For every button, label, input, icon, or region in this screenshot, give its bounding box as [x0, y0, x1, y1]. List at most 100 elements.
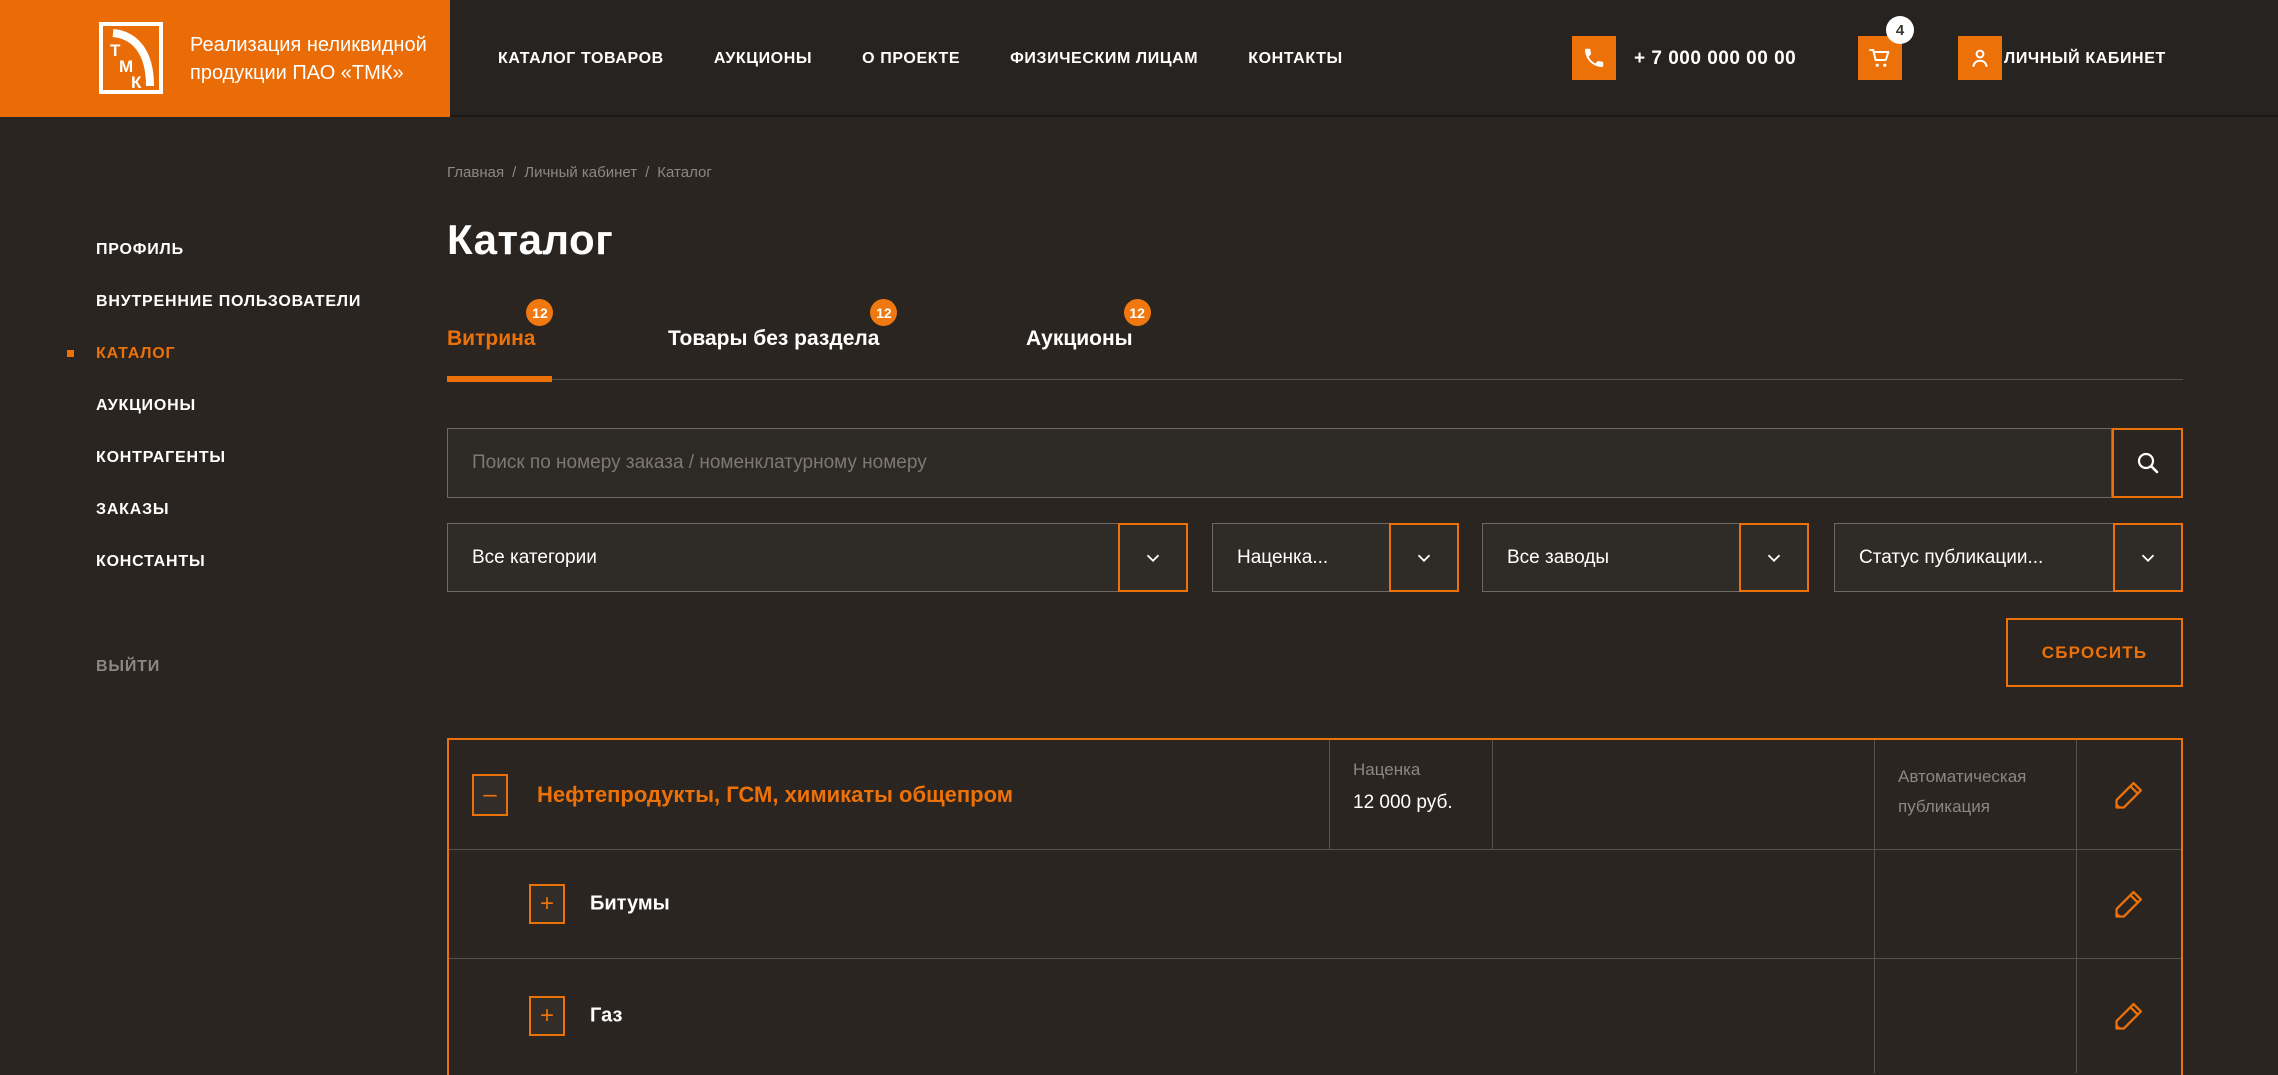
tab-products-without-section[interactable]: Товары без раздела 12	[668, 299, 898, 352]
tab-badge: 12	[870, 299, 898, 326]
sidebar-item-auctions[interactable]: АУКЦИОНЫ	[0, 380, 447, 432]
filter-value: Наценка...	[1237, 546, 1329, 568]
tab-label: Аукционы	[1026, 327, 1133, 350]
nav-item-individuals[interactable]: ФИЗИЧЕСКИМ ЛИЦАМ	[1010, 50, 1198, 68]
expand-button[interactable]: +	[529, 996, 565, 1036]
sidebar-item-label: КАТАЛОГ	[96, 345, 176, 362]
cell-divider	[1329, 740, 1330, 849]
page-title: Каталог	[447, 216, 614, 263]
sidebar-item-logout[interactable]: ВЫЙТИ	[96, 641, 160, 693]
markup-cell: Наценка 12 000 руб.	[1353, 760, 1453, 814]
auto-publication-label: Автоматическая публикация	[1898, 767, 2027, 816]
phone-icon	[1585, 48, 1604, 67]
tmk-logo-icon: Т М К	[99, 22, 163, 94]
account-button[interactable]	[1958, 36, 2002, 80]
page-root: Т М К Реализация неликвидной продукции П…	[0, 0, 2278, 1075]
cart-badge: 4	[1886, 16, 1914, 44]
markup-value: 12 000 руб.	[1353, 792, 1453, 813]
filter-value: Статус публикации...	[1859, 546, 2044, 568]
brand-tagline-line1: Реализация неликвидной	[190, 34, 427, 56]
user-icon	[1972, 49, 1988, 67]
chevron-down-icon[interactable]	[2113, 523, 2183, 592]
brand-logo-block[interactable]: Т М К Реализация неликвидной продукции П…	[0, 0, 450, 117]
filter-categories-select[interactable]: Все категории	[447, 523, 1188, 592]
chevron-down-icon[interactable]	[1739, 523, 1809, 592]
tab-badge: 12	[1123, 299, 1151, 326]
tab-label: Товары без раздела	[668, 327, 880, 350]
tabs: Витрина 12 Товары без раздела 12 Аукцион…	[447, 299, 2183, 382]
main-nav: КАТАЛОГ ТОВАРОВ АУКЦИОНЫ О ПРОЕКТЕ ФИЗИЧ…	[498, 0, 1343, 117]
cell-divider	[1874, 959, 1875, 1073]
tab-auctions[interactable]: Аукционы 12	[1026, 299, 1151, 352]
filter-value: Все категории	[472, 546, 597, 568]
account-link[interactable]: ЛИЧНЫЙ КАБИНЕТ	[2004, 0, 2166, 117]
catalog-subcategory-title: Газ	[590, 1004, 623, 1027]
active-item-dot	[67, 350, 74, 357]
catalog-category-title[interactable]: Нефтепродукты, ГСМ, химикаты общепром	[537, 782, 1013, 808]
search-input[interactable]	[447, 428, 2112, 498]
search-button[interactable]	[2112, 428, 2183, 498]
breadcrumb-separator: /	[512, 164, 517, 181]
breadcrumb-separator: /	[645, 164, 650, 181]
cell-divider	[1874, 850, 1875, 958]
pencil-icon	[2114, 890, 2142, 918]
brand-tagline: Реализация неликвидной продукции ПАО «ТМ…	[190, 31, 427, 87]
sidebar: ПРОФИЛЬ ВНУТРЕННИЕ ПОЛЬЗОВАТЕЛИ КАТАЛОГ …	[0, 224, 447, 588]
cart-icon	[1869, 49, 1890, 67]
tab-label: Витрина	[447, 327, 536, 350]
catalog-subcategory-title: Битумы	[590, 892, 670, 915]
markup-label: Наценка	[1353, 760, 1421, 779]
pencil-icon	[2114, 781, 2142, 809]
sidebar-item-catalog[interactable]: КАТАЛОГ	[0, 328, 447, 380]
filter-plants-select[interactable]: Все заводы	[1482, 523, 1809, 592]
sidebar-item-counterparties[interactable]: КОНТРАГЕНТЫ	[0, 432, 447, 484]
sidebar-item-constants[interactable]: КОНСТАНТЫ	[0, 536, 447, 588]
edit-button[interactable]	[2076, 850, 2181, 958]
chevron-down-icon[interactable]	[1389, 523, 1459, 592]
catalog-root-row: – Нефтепродукты, ГСМ, химикаты общепром …	[449, 740, 2181, 850]
sidebar-item-label: КОНТРАГЕНТЫ	[96, 449, 226, 466]
nav-item-auctions[interactable]: АУКЦИОНЫ	[714, 50, 812, 68]
chevron-down-icon[interactable]	[1118, 523, 1188, 592]
pencil-icon	[2114, 1002, 2142, 1030]
catalog-child-row: + Газ	[449, 959, 2181, 1073]
sidebar-item-internal-users[interactable]: ВНУТРЕННИЕ ПОЛЬЗОВАТЕЛИ	[0, 276, 447, 328]
catalog-table: – Нефтепродукты, ГСМ, химикаты общепром …	[447, 738, 2183, 1075]
sidebar-item-orders[interactable]: ЗАКАЗЫ	[0, 484, 447, 536]
sidebar-item-label: ЗАКАЗЫ	[96, 501, 170, 518]
search-bar	[447, 428, 2183, 498]
nav-item-contacts[interactable]: КОНТАКТЫ	[1248, 50, 1343, 68]
phone-number: + 7 000 000 00 00	[1634, 47, 1797, 69]
tab-badge: 12	[526, 299, 554, 326]
breadcrumb-home[interactable]: Главная	[447, 164, 504, 181]
cell-divider	[1874, 740, 1875, 849]
expand-button[interactable]: +	[529, 884, 565, 924]
nav-item-catalog[interactable]: КАТАЛОГ ТОВАРОВ	[498, 50, 664, 68]
phone-button[interactable]	[1572, 36, 1616, 80]
sidebar-item-profile[interactable]: ПРОФИЛЬ	[0, 224, 447, 276]
tab-active-underline	[447, 376, 552, 382]
breadcrumb-account[interactable]: Личный кабинет	[524, 164, 637, 181]
brand-tagline-line2: продукции ПАО «ТМК»	[190, 62, 404, 84]
tab-vitrina[interactable]: Витрина 12	[447, 299, 554, 352]
nav-item-about[interactable]: О ПРОЕКТЕ	[862, 50, 960, 68]
sidebar-item-label: ПРОФИЛЬ	[96, 241, 184, 258]
sidebar-item-label: КОНСТАНТЫ	[96, 553, 206, 570]
search-icon	[2137, 452, 2158, 474]
catalog-child-row: + Битумы	[449, 850, 2181, 959]
edit-button[interactable]	[2076, 740, 2181, 849]
breadcrumb-current: Каталог	[657, 164, 712, 181]
header: Т М К Реализация неликвидной продукции П…	[0, 0, 2278, 117]
filter-markup-select[interactable]: Наценка...	[1212, 523, 1459, 592]
filter-value: Все заводы	[1507, 546, 1610, 568]
breadcrumb: Главная / Личный кабинет / Каталог	[447, 164, 712, 181]
edit-button[interactable]	[2076, 959, 2181, 1073]
collapse-button[interactable]: –	[472, 773, 508, 816]
sidebar-item-label: ВНУТРЕННИЕ ПОЛЬЗОВАТЕЛИ	[96, 293, 362, 310]
filter-publication-status-select[interactable]: Статус публикации...	[1834, 523, 2183, 592]
svg-text:К: К	[131, 73, 142, 92]
tabs-divider	[447, 379, 2183, 380]
sidebar-item-label: АУКЦИОНЫ	[96, 397, 196, 414]
reset-button[interactable]: СБРОСИТЬ	[2006, 618, 2183, 687]
cell-divider	[1492, 740, 1493, 849]
